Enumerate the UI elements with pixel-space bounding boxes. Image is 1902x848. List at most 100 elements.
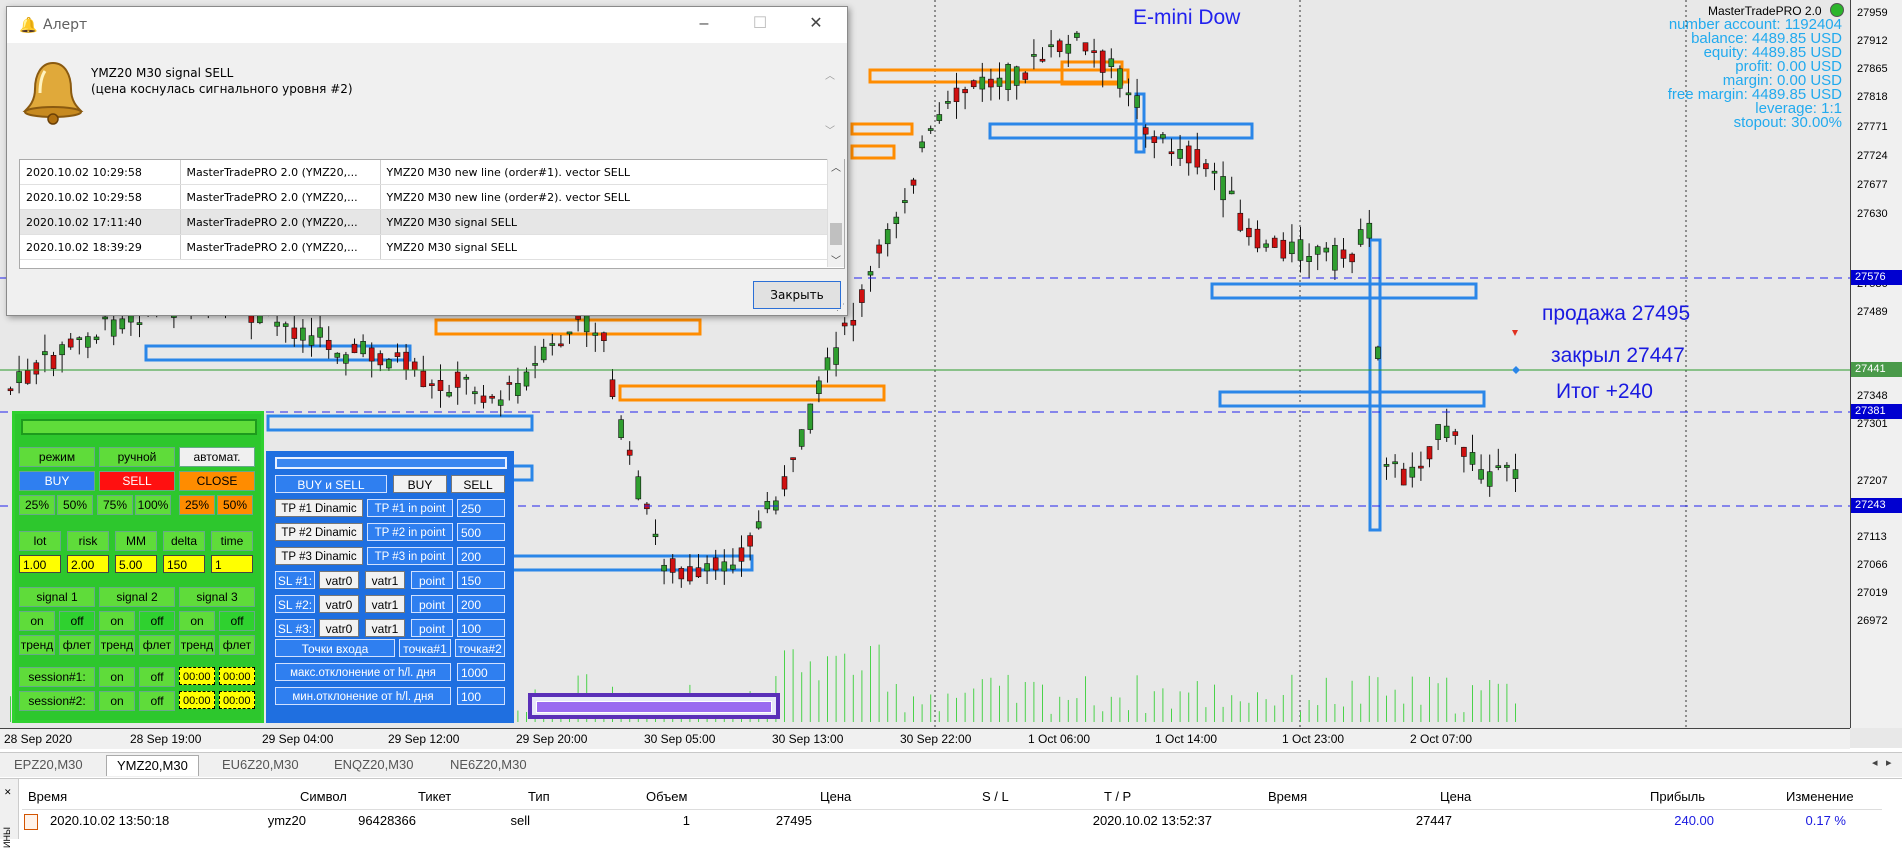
close-trades-button[interactable]: CLOSE: [179, 471, 255, 491]
tp-value-input[interactable]: 500: [457, 523, 505, 541]
tp-point-button[interactable]: TP #3 in point: [367, 547, 453, 565]
percent-button[interactable]: 100%: [135, 495, 171, 515]
session-on-button[interactable]: on: [99, 667, 135, 687]
session-from-input[interactable]: 00:00: [179, 667, 215, 685]
signal-toggle-button[interactable]: on: [19, 611, 55, 631]
column-header[interactable]: Цена: [820, 789, 851, 804]
minimize-icon[interactable]: –: [689, 13, 719, 35]
sl-vatr1-button[interactable]: vatr1: [365, 595, 405, 613]
deviation-input[interactable]: 100: [457, 687, 505, 705]
manual-mode-button[interactable]: ручной: [99, 447, 175, 467]
column-header[interactable]: T / P: [1104, 789, 1131, 804]
alert-log-row[interactable]: 2020.10.02 17:11:40 MasterTradePRO 2.0 (Y…: [20, 209, 828, 235]
alert-log-row[interactable]: 2020.10.02 10:29:58 MasterTradePRO 2.0 (Y…: [20, 184, 828, 210]
column-header[interactable]: Тип: [528, 789, 550, 804]
session-off-button[interactable]: off: [139, 691, 175, 711]
percent-button[interactable]: 75%: [97, 495, 133, 515]
tab-chart[interactable]: EU6Z20,M30: [212, 755, 309, 775]
tp-dynamic-button[interactable]: TP #3 Dinamic: [275, 547, 363, 565]
sl-vatr1-button[interactable]: vatr1: [365, 571, 405, 589]
percent-button[interactable]: 25%: [19, 495, 55, 515]
buy-button[interactable]: BUY: [19, 471, 95, 491]
scroll-down-icon[interactable]: ﹀: [825, 122, 841, 137]
scrollbar-thumb[interactable]: [830, 223, 842, 245]
alert-window[interactable]: 🔔 Алерт – ☐ ✕ YMZ20 M30 signal SELL (цен…: [6, 6, 848, 316]
column-header[interactable]: Цена: [1440, 789, 1471, 804]
sl-vatr0-button[interactable]: vatr0: [319, 571, 359, 589]
session-on-button[interactable]: on: [99, 691, 135, 711]
signal-mode-button[interactable]: флет: [139, 635, 175, 655]
param-input[interactable]: 1: [211, 555, 253, 573]
sl-vatr0-button[interactable]: vatr0: [319, 619, 359, 637]
alert-log-table[interactable]: 2020.10.02 10:29:58 MasterTradePRO 2.0 (Y…: [19, 159, 845, 269]
tp-point-button[interactable]: TP #1 in point: [367, 499, 453, 517]
sl-point-button[interactable]: point: [411, 595, 453, 613]
sl-value-input[interactable]: 200: [457, 595, 505, 613]
signal-mode-button[interactable]: тренд: [99, 635, 135, 655]
collapse-icon[interactable]: ✕: [4, 787, 12, 798]
tp-value-input[interactable]: 250: [457, 499, 505, 517]
tp-point-button[interactable]: TP #2 in point: [367, 523, 453, 541]
alert-log-row[interactable]: 2020.10.02 10:29:58 MasterTradePRO 2.0 (Y…: [20, 160, 828, 185]
signal-toggle-button[interactable]: off: [219, 611, 255, 631]
signal-mode-button[interactable]: флет: [59, 635, 95, 655]
alert-log-row[interactable]: 2020.10.02 18:39:29 MasterTradePRO 2.0 (Y…: [20, 234, 828, 260]
tab-chart[interactable]: YMZ20,M30: [106, 755, 199, 776]
signal-toggle-button[interactable]: on: [99, 611, 135, 631]
signal-mode-button[interactable]: флет: [219, 635, 255, 655]
entry-point2-button[interactable]: точка#2: [455, 639, 505, 657]
session-to-input[interactable]: 00:00: [219, 667, 255, 685]
percent-button[interactable]: 50%: [57, 495, 93, 515]
scroll-up-icon[interactable]: ︿: [828, 159, 844, 174]
tp-dynamic-button[interactable]: TP #2 Dinamic: [275, 523, 363, 541]
sl-point-button[interactable]: point: [411, 619, 453, 637]
session-from-input[interactable]: 00:00: [179, 691, 215, 709]
column-header[interactable]: Время: [28, 789, 67, 804]
close-icon[interactable]: ✕: [801, 13, 831, 35]
tab-scroll-right-icon[interactable]: ▸: [1886, 756, 1892, 769]
signal-toggle-button[interactable]: off: [139, 611, 175, 631]
close-button[interactable]: Закрыть: [753, 281, 841, 309]
signal-toggle-button[interactable]: on: [179, 611, 215, 631]
sl-vatr0-button[interactable]: vatr0: [319, 595, 359, 613]
resize-grip-icon[interactable]: ⋰: [836, 302, 845, 313]
tab-chart[interactable]: NE6Z20,M30: [440, 755, 537, 775]
price-axis[interactable]: 27959 27912 27865 27818 27771 27724 27677 27630…: [1850, 0, 1902, 728]
param-input[interactable]: 1.00: [19, 555, 61, 573]
percent-button[interactable]: 25%: [179, 495, 215, 515]
entry-point1-button[interactable]: точка#1: [399, 639, 451, 657]
signal-toggle-button[interactable]: off: [59, 611, 95, 631]
tab-chart[interactable]: EPZ20,M30: [4, 755, 93, 775]
scroll-up-icon[interactable]: ︿: [825, 67, 841, 82]
signal-mode-button[interactable]: тренд: [19, 635, 55, 655]
tp-dynamic-button[interactable]: TP #1 Dinamic: [275, 499, 363, 517]
param-input[interactable]: 5.00: [115, 555, 157, 573]
tab-scroll-left-icon[interactable]: ◂: [1872, 756, 1878, 769]
trade-history-table[interactable]: ✕ ИНЫ Время Символ Тикет Тип Объем Цена S / L T…: [0, 778, 1902, 848]
column-header[interactable]: S / L: [982, 789, 1009, 804]
log-scrollbar[interactable]: ︿ ﹀: [827, 159, 844, 267]
buy-and-sell-button[interactable]: BUY и SELL: [275, 475, 387, 493]
percent-button[interactable]: 50%: [217, 495, 253, 515]
sell-only-button[interactable]: SELL: [451, 475, 505, 493]
auto-mode-button[interactable]: автомат.: [179, 447, 255, 467]
param-input[interactable]: 150: [163, 555, 205, 573]
param-input[interactable]: 2.00: [67, 555, 109, 573]
column-header[interactable]: Прибыль: [1650, 789, 1705, 804]
buy-only-button[interactable]: BUY: [393, 475, 447, 493]
sl-value-input[interactable]: 100: [457, 619, 505, 637]
deviation-input[interactable]: 1000: [457, 663, 505, 681]
alert-titlebar[interactable]: 🔔 Алерт – ☐ ✕: [7, 7, 847, 43]
column-header[interactable]: Объем: [646, 789, 687, 804]
sl-value-input[interactable]: 150: [457, 571, 505, 589]
tab-chart[interactable]: ENQZ20,M30: [324, 755, 423, 775]
time-axis[interactable]: 28 Sep 2020 28 Sep 19:00 29 Sep 04:00 29 Se…: [0, 728, 1850, 749]
sl-vatr1-button[interactable]: vatr1: [365, 619, 405, 637]
column-header[interactable]: Символ: [300, 789, 347, 804]
sell-button[interactable]: SELL: [99, 471, 175, 491]
sl-point-button[interactable]: point: [411, 571, 453, 589]
scroll-down-icon[interactable]: ﹀: [828, 252, 844, 267]
message-scroll[interactable]: ︿ ﹀: [825, 67, 841, 147]
column-header[interactable]: Время: [1268, 789, 1307, 804]
signal-mode-button[interactable]: тренд: [179, 635, 215, 655]
